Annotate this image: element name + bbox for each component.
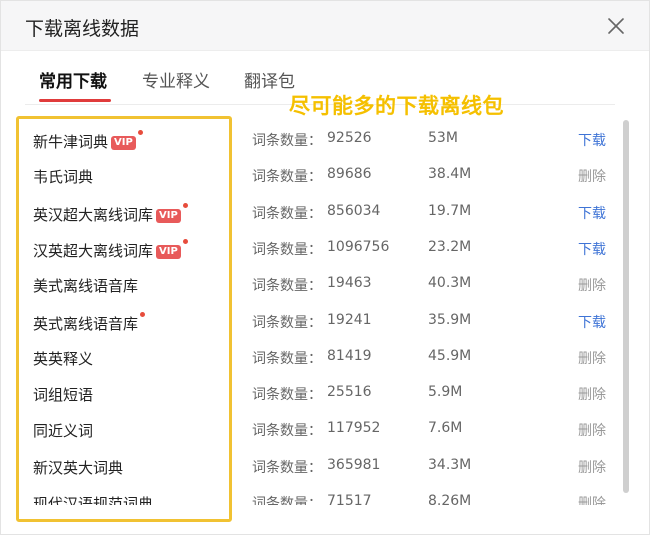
dictionary-name: 美式离线语音库 [33, 275, 138, 296]
delete-button[interactable]: 删除 [578, 384, 606, 404]
dictionary-name-text: 词组短语 [33, 386, 94, 405]
delete-button[interactable]: 删除 [578, 457, 606, 477]
tab-professional-definitions[interactable]: 专业释义 [142, 67, 210, 92]
dictionary-list: 新牛津词典 VIP 词条数量： 92526 53M 下载 韦氏词典 词条数量： 89686 38.… [1, 121, 621, 505]
dictionary-name: 汉英超大离线词库 VIP [33, 238, 188, 261]
dictionary-name: 英英释义 [33, 348, 93, 369]
tab-common-downloads[interactable]: 常用下载 [39, 67, 107, 92]
entry-count-label: 词条数量： [252, 133, 322, 149]
file-size: 19.7M [428, 202, 472, 219]
new-indicator-dot [182, 238, 188, 244]
file-size: 53M [428, 130, 458, 146]
file-size: 23.2M [428, 238, 472, 255]
dictionary-row: 同近义词 词条数量： 117952 7.6M 删除 [1, 411, 621, 447]
dictionary-name-text: 英英释义 [33, 349, 94, 368]
entry-count-value: 1096756 [327, 238, 390, 255]
vip-badge: VIP [156, 244, 181, 259]
download-button[interactable]: 下载 [578, 239, 606, 259]
file-size: 5.9M [428, 384, 463, 401]
delete-button[interactable]: 删除 [578, 420, 606, 440]
dictionary-row: 韦氏词典 词条数量： 89686 38.4M 删除 [1, 157, 621, 193]
annotation-text: 尽可能多的下载离线包 [289, 94, 504, 118]
download-offline-data-dialog: 下载离线数据 常用下载 专业释义 翻译包 尽可能多的下载离线包 新牛津词典 VIP… [0, 0, 650, 535]
dictionary-name-text: 汉英超大离线词库 [33, 241, 154, 260]
active-tab-indicator [39, 99, 111, 102]
entry-count-label: 词条数量： [252, 423, 322, 440]
dictionary-row: 词组短语 词条数量： 25516 5.9M 删除 [1, 375, 621, 411]
dictionary-name-text: 同近义词 [33, 422, 94, 441]
file-size: 7.6M [428, 420, 463, 437]
scrollbar-thumb[interactable] [623, 120, 629, 493]
dictionary-name: 词组短语 [33, 384, 93, 405]
entry-count-value: 81419 [327, 347, 372, 364]
dictionary-row: 英汉超大离线词库 VIP 词条数量： 856034 19.7M 下载 [1, 194, 621, 230]
dialog-title: 下载离线数据 [25, 18, 140, 40]
entry-count-value: 71517 [327, 493, 372, 505]
delete-button[interactable]: 删除 [578, 275, 606, 295]
dictionary-name-text: 韦氏词典 [33, 168, 94, 187]
delete-button[interactable]: 删除 [578, 493, 606, 505]
entry-count-label: 词条数量： [252, 169, 322, 186]
entry-count-value: 25516 [327, 384, 372, 401]
new-indicator-dot [182, 202, 188, 208]
entry-count-value: 19463 [327, 275, 372, 292]
new-indicator-dot [140, 311, 146, 317]
dictionary-row: 英英释义 词条数量： 81419 45.9M 删除 [1, 339, 621, 375]
entry-count-label: 词条数量： [252, 350, 322, 367]
dictionary-name-text: 英汉超大离线词库 [33, 205, 154, 224]
file-size: 40.3M [428, 275, 472, 292]
vip-badge: VIP [156, 208, 181, 223]
dialog-header: 下载离线数据 [1, 1, 649, 51]
file-size: 34.3M [428, 456, 472, 473]
tab-translation-packs[interactable]: 翻译包 [244, 67, 295, 92]
entry-count-value: 365981 [327, 456, 381, 473]
entry-count-label: 词条数量： [252, 278, 322, 295]
entry-count-value: 856034 [327, 202, 381, 219]
dictionary-name: 新牛津词典 VIP [33, 130, 143, 152]
download-button[interactable]: 下载 [578, 203, 606, 223]
entry-count-label: 词条数量： [252, 314, 322, 331]
entry-count-value: 92526 [327, 130, 372, 146]
delete-button[interactable]: 删除 [578, 166, 606, 186]
entry-count-label: 词条数量： [252, 459, 322, 476]
file-size: 38.4M [428, 166, 472, 183]
dictionary-name: 韦氏词典 [33, 166, 93, 187]
dictionary-name: 同近义词 [33, 420, 93, 441]
dictionary-row: 现代汉语规范词典 词条数量： 71517 8.26M 删除 [1, 484, 621, 505]
dictionary-row: 美式离线语音库 词条数量： 19463 40.3M 删除 [1, 266, 621, 302]
dictionary-name: 英汉超大离线词库 VIP [33, 202, 188, 225]
entry-count-label: 词条数量： [252, 241, 322, 258]
dictionary-name-text: 美式离线语音库 [33, 277, 139, 296]
dictionary-name-text: 新牛津词典 [33, 133, 109, 151]
file-size: 8.26M [428, 493, 472, 505]
new-indicator-dot [137, 130, 143, 135]
delete-button[interactable]: 删除 [578, 348, 606, 368]
dictionary-name: 新汉英大词典 [33, 457, 123, 478]
vip-badge: VIP [111, 136, 136, 150]
entry-count-label: 词条数量： [252, 496, 322, 505]
download-button[interactable]: 下载 [578, 130, 606, 150]
dictionary-row: 新牛津词典 VIP 词条数量： 92526 53M 下载 [1, 121, 621, 157]
entry-count-label: 词条数量： [252, 387, 322, 404]
entry-count-value: 19241 [327, 311, 372, 328]
entry-count-value: 117952 [327, 420, 381, 437]
dictionary-row: 英式离线语音库 词条数量： 19241 35.9M 下载 [1, 303, 621, 339]
dictionary-name: 现代汉语规范词典 [33, 493, 153, 505]
file-size: 45.9M [428, 347, 472, 364]
close-icon[interactable] [603, 13, 629, 39]
entry-count-value: 89686 [327, 166, 372, 183]
dictionary-row: 汉英超大离线词库 VIP 词条数量： 1096756 23.2M 下载 [1, 230, 621, 266]
dictionary-name-text: 现代汉语规范词典 [33, 495, 154, 505]
entry-count-label: 词条数量： [252, 205, 322, 222]
dictionary-name: 英式离线语音库 [33, 311, 146, 334]
dictionary-row: 新汉英大词典 词条数量： 365981 34.3M 删除 [1, 448, 621, 484]
download-button[interactable]: 下载 [578, 312, 606, 332]
file-size: 35.9M [428, 311, 472, 328]
dictionary-name-text: 新汉英大词典 [33, 458, 124, 477]
dictionary-name-text: 英式离线语音库 [33, 314, 139, 333]
